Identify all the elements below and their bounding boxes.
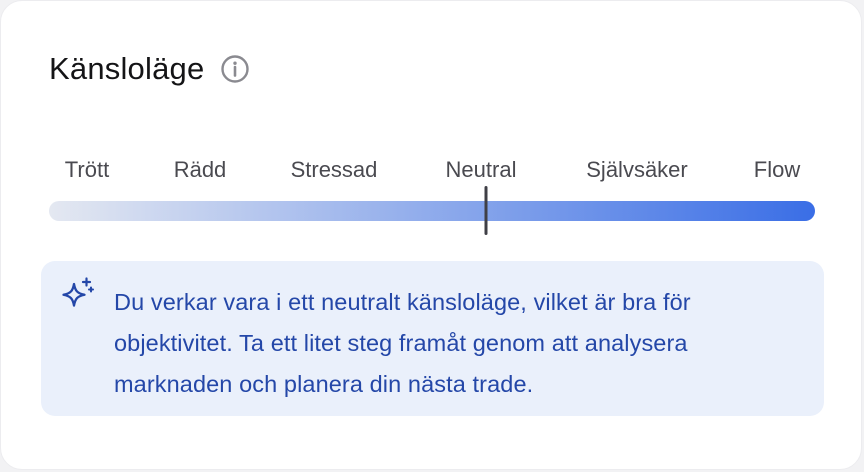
mood-scale-labels: Trött Rädd Stressad Neutral Självsäker F… bbox=[49, 157, 815, 187]
mood-label-sjalvsaker[interactable]: Självsäker bbox=[586, 157, 687, 183]
sparkle-icon bbox=[58, 275, 98, 315]
insight-box: Du verkar vara i ett neutralt känsloläge… bbox=[41, 261, 824, 416]
mood-label-trott[interactable]: Trött bbox=[65, 157, 109, 183]
info-circle-icon[interactable] bbox=[218, 52, 252, 86]
card-header: Känsloläge bbox=[49, 51, 252, 87]
mood-slider[interactable] bbox=[49, 186, 815, 235]
card-title: Känsloläge bbox=[49, 51, 205, 86]
mood-card: Känsloläge Trött Rädd Stressad Neutral S… bbox=[0, 0, 862, 470]
mood-label-flow[interactable]: Flow bbox=[754, 157, 800, 183]
mood-label-radd[interactable]: Rädd bbox=[174, 157, 227, 183]
mood-slider-thumb[interactable] bbox=[484, 186, 488, 235]
mood-slider-track[interactable] bbox=[49, 201, 815, 221]
mood-label-stressad[interactable]: Stressad bbox=[291, 157, 378, 183]
insight-text: Du verkar vara i ett neutralt känsloläge… bbox=[114, 289, 691, 397]
mood-label-neutral[interactable]: Neutral bbox=[446, 157, 517, 183]
